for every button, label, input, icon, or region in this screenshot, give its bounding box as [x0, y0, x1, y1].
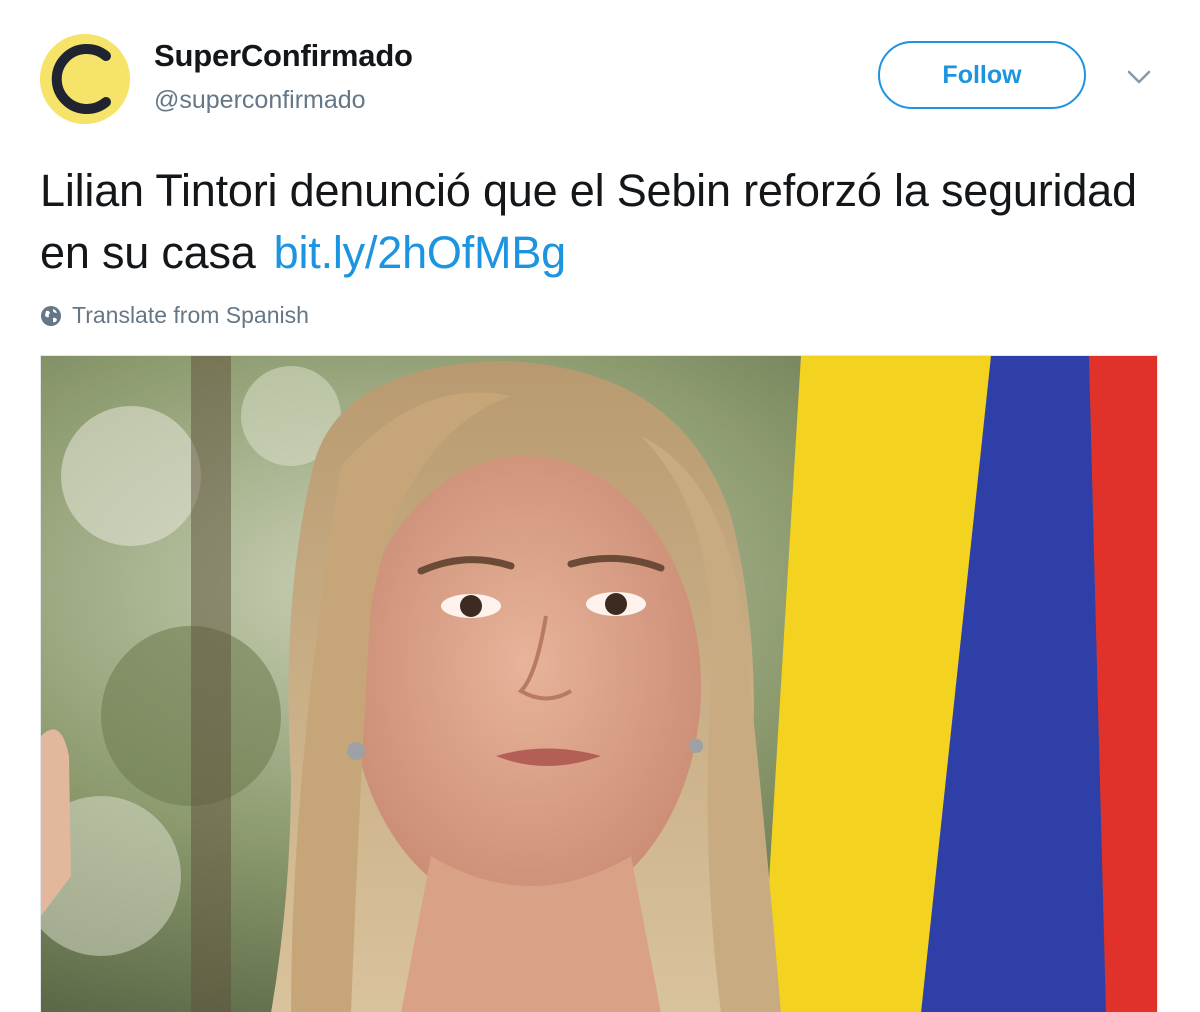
tweet-link[interactable]: bit.ly/2hOfMBg — [274, 227, 567, 278]
tweet-photo[interactable] — [40, 355, 1158, 1012]
superconfirmado-logo-icon — [40, 34, 130, 124]
chevron-down-icon[interactable] — [1124, 62, 1154, 92]
tweet-body: Lilian Tintori denunció que el Sebin ref… — [40, 165, 1137, 278]
translate-button[interactable]: Translate from Spanish — [40, 302, 309, 329]
screen-name[interactable]: @superconfirmado — [154, 86, 366, 115]
display-name[interactable]: SuperConfirmado — [154, 38, 413, 74]
translate-label: Translate from Spanish — [72, 302, 309, 328]
globe-icon — [41, 305, 61, 326]
tweet-text: Lilian Tintori denunció que el Sebin ref… — [40, 160, 1170, 284]
woman-portrait-photo — [41, 356, 1157, 1012]
avatar[interactable] — [40, 34, 130, 124]
follow-button[interactable]: Follow — [878, 41, 1086, 109]
